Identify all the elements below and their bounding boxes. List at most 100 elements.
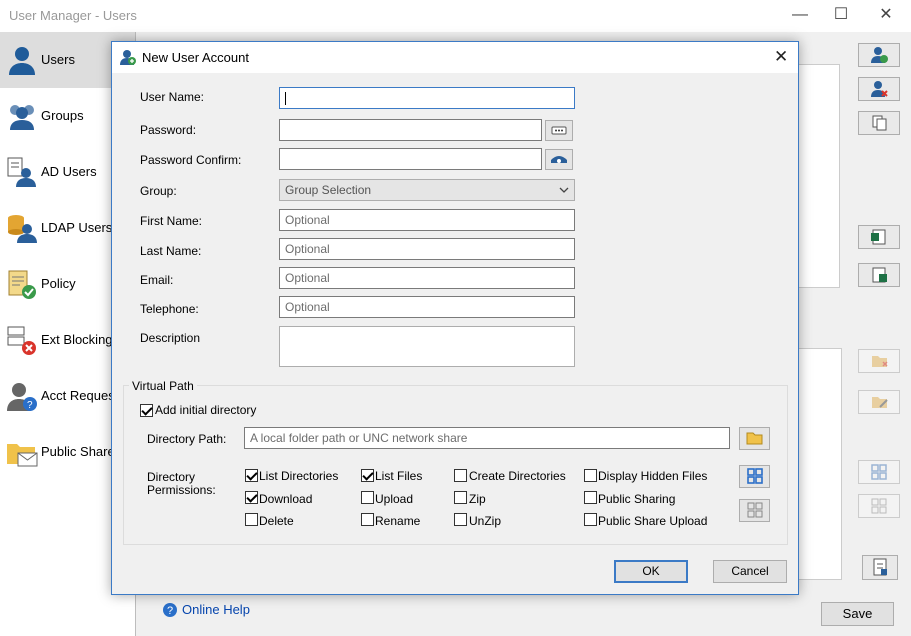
help-icon: ? <box>163 603 177 617</box>
password-input[interactable] <box>279 119 542 141</box>
perm-list-files-checkbox[interactable] <box>361 469 374 482</box>
delete-user-icon <box>871 81 888 97</box>
group-label: Group: <box>140 184 177 198</box>
public-shares-icon <box>7 444 38 467</box>
maximize-button[interactable]: ☐ <box>826 4 856 28</box>
perm-display-hidden-files-label: Display Hidden Files <box>598 469 708 483</box>
perm-public-sharing-checkbox[interactable] <box>584 491 597 504</box>
import-excel-button[interactable] <box>858 263 900 287</box>
policy-icon <box>8 270 36 299</box>
details-button[interactable] <box>862 555 898 580</box>
grid-empty-icon <box>871 498 887 514</box>
grid-icon <box>747 468 763 484</box>
check-all-permissions-button[interactable] <box>739 465 770 488</box>
password-confirm-input[interactable] <box>279 148 542 170</box>
telephone-placeholder: Optional <box>285 300 330 314</box>
edit-directory-button[interactable] <box>858 390 900 414</box>
sidebar-item-label: Users <box>41 52 75 67</box>
perm-rename-checkbox[interactable] <box>361 513 374 526</box>
new-user-icon <box>120 50 136 65</box>
folder-edit-icon <box>872 397 888 408</box>
group-select[interactable]: Group Selection <box>279 179 575 201</box>
acct-request-icon: ? <box>7 383 37 411</box>
group-icon <box>10 105 34 130</box>
password-confirm-label: Password Confirm: <box>140 153 242 167</box>
new-user-dialog: New User Account ✕ User Name: Password: … <box>111 41 799 595</box>
export-excel-button[interactable] <box>858 225 900 249</box>
dialog-titlebar: New User Account ✕ <box>112 42 798 73</box>
perm-download-label: Download <box>259 492 313 506</box>
dialog-close-button[interactable]: ✕ <box>774 47 788 67</box>
description-textarea[interactable] <box>279 326 575 367</box>
perm-upload-checkbox[interactable] <box>361 491 374 504</box>
perm-public-share-upload-label: Public Share Upload <box>598 514 708 528</box>
sidebar-item-label: Groups <box>41 108 84 123</box>
email-input[interactable]: Optional <box>279 267 575 289</box>
uncheck-all-permissions-button[interactable] <box>739 499 770 522</box>
last-name-input[interactable]: Optional <box>279 238 575 260</box>
directory-path-input[interactable]: A local folder path or UNC network share <box>244 427 730 449</box>
telephone-input[interactable]: Optional <box>279 296 575 318</box>
username-input[interactable] <box>279 87 575 109</box>
perm-create-directories-checkbox[interactable] <box>454 469 467 482</box>
browse-folder-button[interactable] <box>739 427 770 450</box>
perm-download-checkbox[interactable] <box>245 491 258 504</box>
excel-export-icon <box>871 229 886 245</box>
svg-text:?: ? <box>167 605 173 617</box>
email-placeholder: Optional <box>285 271 330 285</box>
last-name-label: Last Name: <box>140 244 202 258</box>
document-icon <box>873 558 887 576</box>
close-window-button[interactable]: ✕ <box>871 4 901 28</box>
grid-icon <box>871 464 887 480</box>
add-initial-directory-checkbox[interactable] <box>140 404 153 417</box>
add-user-button[interactable] <box>858 43 900 67</box>
copy-icon <box>872 115 887 131</box>
first-name-input[interactable]: Optional <box>279 209 575 231</box>
last-name-placeholder: Optional <box>285 242 330 256</box>
perm-public-sharing-label: Public Sharing <box>598 492 676 506</box>
folder-delete-icon <box>872 356 888 367</box>
perm-display-hidden-files-checkbox[interactable] <box>584 469 597 482</box>
chevron-down-icon <box>559 187 569 193</box>
sidebar-item-label: Public Shares <box>41 444 122 459</box>
first-name-label: First Name: <box>140 214 203 228</box>
online-help-label: Online Help <box>182 602 250 617</box>
perm-public-share-upload-checkbox[interactable] <box>584 513 597 526</box>
excel-import-icon <box>872 267 887 283</box>
minimize-button[interactable]: — <box>785 4 815 28</box>
clear-permissions-button[interactable] <box>858 494 900 518</box>
group-select-value: Group Selection <box>285 183 372 197</box>
perm-upload-label: Upload <box>375 492 414 506</box>
password-label: Password: <box>140 123 197 137</box>
virtual-path-label: Virtual Path <box>129 379 197 393</box>
perm-create-directories-label: Create Directories <box>469 469 566 483</box>
delete-directory-button[interactable] <box>858 349 900 373</box>
directory-path-label: Directory Path: <box>147 432 227 446</box>
delete-user-button[interactable] <box>858 77 900 101</box>
save-button[interactable]: Save <box>821 602 894 626</box>
perm-list-files-label: List Files <box>375 469 423 483</box>
add-initial-directory-label: Add initial directory <box>155 403 257 417</box>
username-label: User Name: <box>140 90 205 104</box>
folder-icon <box>746 432 763 445</box>
ext-blocking-icon <box>7 326 36 355</box>
perm-rename-label: Rename <box>375 514 421 528</box>
copy-user-button[interactable] <box>858 111 900 135</box>
window-title: User Manager - Users <box>9 8 137 23</box>
perm-zip-checkbox[interactable] <box>454 491 467 504</box>
directory-permissions-label-1: Directory <box>147 470 196 484</box>
cancel-button[interactable]: Cancel <box>713 560 787 583</box>
perm-list-directories-checkbox[interactable] <box>245 469 258 482</box>
svg-text:?: ? <box>27 400 33 411</box>
ok-button[interactable]: OK <box>614 560 688 583</box>
dialog-title: New User Account <box>142 50 249 65</box>
perm-list-directories-label: List Directories <box>259 469 339 483</box>
ad-users-icon <box>7 157 36 187</box>
sidebar-item-label: AD Users <box>41 164 97 179</box>
perm-delete-checkbox[interactable] <box>245 513 258 526</box>
eye-icon <box>551 156 567 163</box>
generate-password-button[interactable] <box>545 120 573 141</box>
perm-unzip-checkbox[interactable] <box>454 513 467 526</box>
select-all-permissions-button[interactable] <box>858 460 900 484</box>
show-password-button[interactable] <box>545 149 573 170</box>
